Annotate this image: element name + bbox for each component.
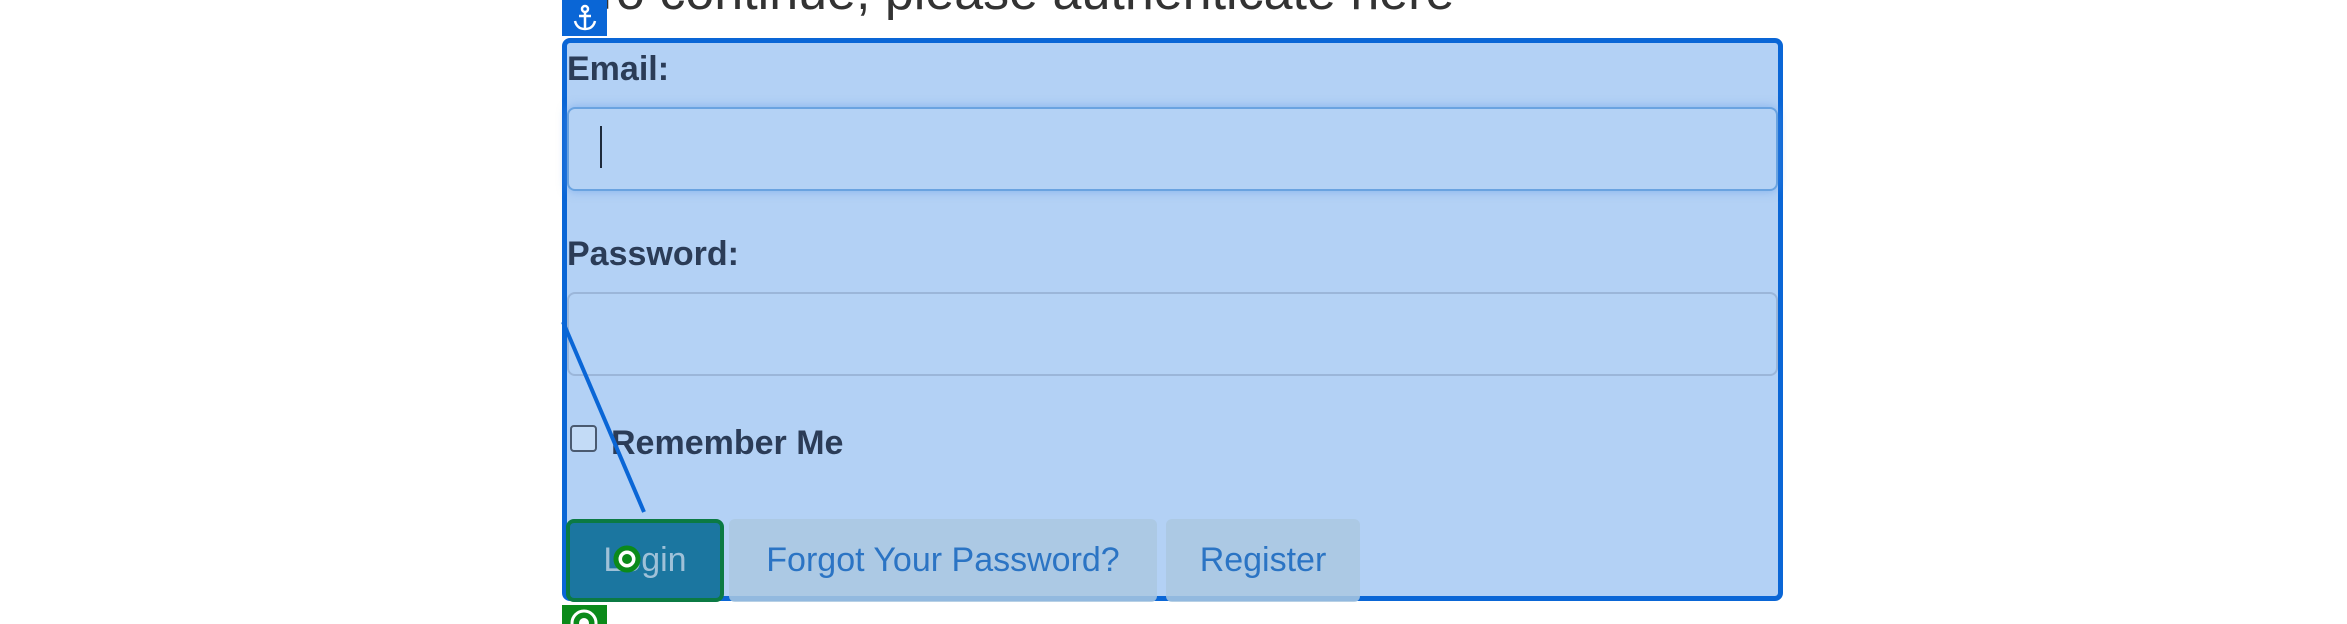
target-icon-glyph — [570, 609, 598, 624]
password-input[interactable] — [567, 292, 1778, 376]
email-label: Email: — [567, 50, 670, 88]
anchor-icon-glyph — [573, 4, 596, 31]
text-caret — [600, 126, 602, 168]
anchor-icon — [562, 0, 607, 36]
login-page: To continue, please authenticate here Em… — [0, 0, 2347, 624]
remember-me-label: Remember Me — [611, 424, 844, 462]
page-heading: To continue, please authenticate here — [590, 0, 1454, 22]
remember-me-checkbox[interactable] — [570, 425, 597, 452]
login-button[interactable]: Login — [566, 519, 724, 602]
register-button[interactable]: Register — [1166, 519, 1360, 602]
email-input[interactable] — [567, 107, 1778, 191]
target-icon — [562, 605, 607, 624]
password-label: Password: — [567, 235, 739, 273]
forgot-password-button[interactable]: Forgot Your Password? — [729, 519, 1157, 602]
